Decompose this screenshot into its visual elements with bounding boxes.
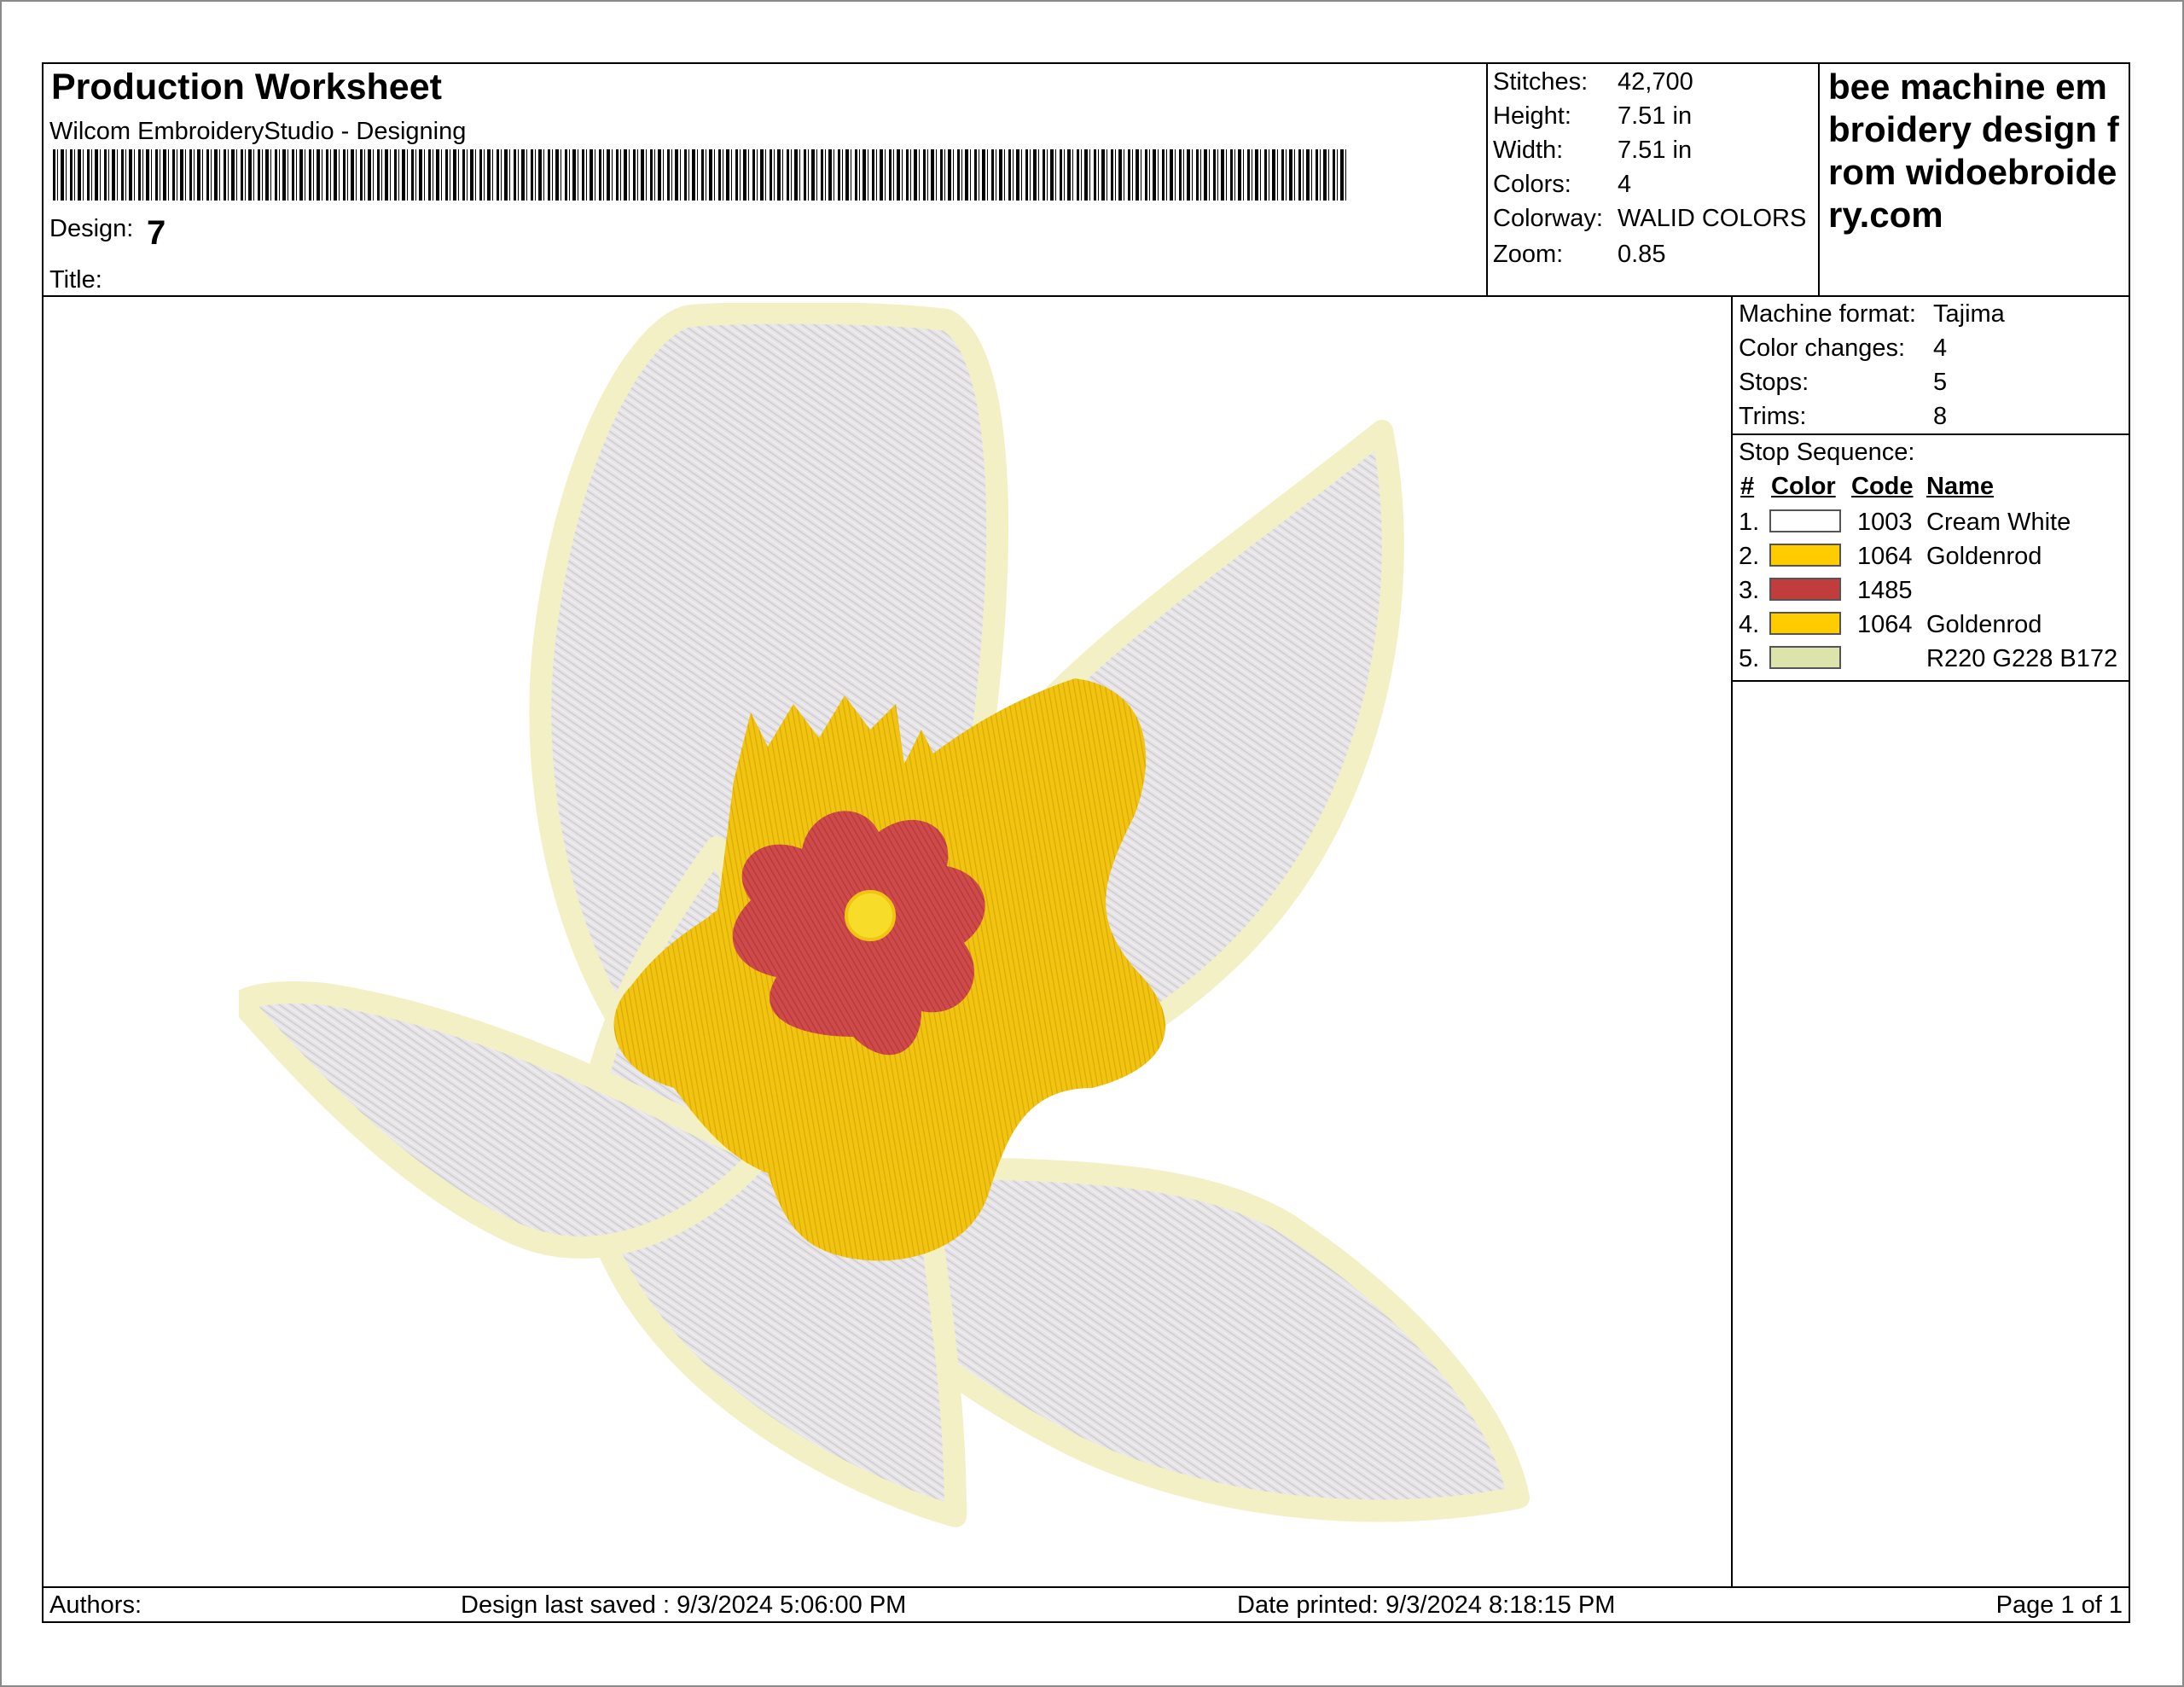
colorway-label: Colorway:	[1493, 205, 1603, 232]
embroidery-design-preview	[239, 303, 1530, 1527]
brand-text: bee machine embroidery design from widoe…	[1828, 67, 2119, 235]
color-changes-label: Color changes:	[1739, 334, 1906, 362]
stop-num: 2.	[1739, 543, 1760, 570]
zoom-value: 0.85	[1618, 241, 1666, 268]
col-header-name: Name	[1926, 473, 1994, 500]
stitches-label: Stitches:	[1493, 68, 1589, 96]
footer-authors: Authors:	[49, 1591, 142, 1619]
stop-name: R220 G228 B172	[1926, 645, 2118, 672]
col-header-color: Color	[1771, 473, 1836, 500]
header-divider	[42, 295, 2130, 297]
stops-label: Stops:	[1739, 369, 1809, 396]
stop-num: 5.	[1739, 645, 1760, 672]
page-title: Production Worksheet	[51, 67, 442, 108]
footer-saved: Design last saved : 9/3/2024 5:06:00 PM	[461, 1591, 907, 1619]
stop-name: Cream White	[1926, 509, 2071, 536]
barcode	[53, 149, 1350, 201]
width-label: Width:	[1493, 137, 1564, 164]
color-swatch	[1769, 544, 1841, 567]
stop-code: 1003	[1857, 509, 1913, 536]
design-label: Design:	[49, 215, 134, 242]
stop-code: 1485	[1857, 577, 1913, 604]
footer-divider	[42, 1586, 2130, 1588]
software-name: Wilcom EmbroideryStudio - Designing	[49, 118, 467, 145]
trims-value: 8	[1933, 403, 1948, 430]
title-label: Title:	[49, 266, 102, 294]
stop-num: 3.	[1739, 577, 1760, 604]
color-swatch	[1769, 578, 1841, 601]
machine-divider	[1731, 433, 2130, 435]
colors-label: Colors:	[1493, 171, 1571, 198]
col-header-code: Code	[1851, 473, 1914, 500]
col-header-num: #	[1740, 473, 1755, 500]
footer-page: Page 1 of 1	[1995, 1591, 2123, 1619]
stops-divider	[1731, 680, 2130, 682]
stitches-value: 42,700	[1618, 68, 1693, 96]
width-value: 7.51 in	[1618, 137, 1693, 164]
height-value: 7.51 in	[1618, 102, 1693, 130]
design-number: 7	[147, 214, 166, 252]
stops-value: 5	[1933, 369, 1948, 396]
trims-label: Trims:	[1739, 403, 1807, 430]
header-stats-divider	[1486, 62, 1488, 297]
color-swatch	[1769, 509, 1841, 532]
flower-center	[845, 890, 896, 941]
stop-code: 1064	[1857, 543, 1913, 570]
stop-num: 1.	[1739, 509, 1760, 536]
height-label: Height:	[1493, 102, 1571, 130]
stop-num: 4.	[1739, 611, 1760, 638]
header-brand-divider	[1818, 62, 1820, 297]
stop-code: 1064	[1857, 611, 1913, 638]
zoom-label: Zoom:	[1493, 241, 1564, 268]
footer-printed: Date printed: 9/3/2024 8:18:15 PM	[1237, 1591, 1616, 1619]
stop-sequence-title: Stop Sequence:	[1739, 439, 1915, 466]
machine-format-value: Tajima	[1933, 300, 2005, 328]
sidebar-divider	[1731, 295, 1733, 1588]
color-swatch	[1769, 612, 1841, 635]
color-swatch	[1769, 646, 1841, 669]
color-changes-value: 4	[1933, 334, 1948, 362]
colorway-value: WALID COLORS	[1618, 205, 1807, 232]
stop-name: Goldenrod	[1926, 611, 2042, 638]
machine-format-label: Machine format:	[1739, 300, 1916, 328]
colors-value: 4	[1618, 171, 1632, 198]
stop-name: Goldenrod	[1926, 543, 2042, 570]
